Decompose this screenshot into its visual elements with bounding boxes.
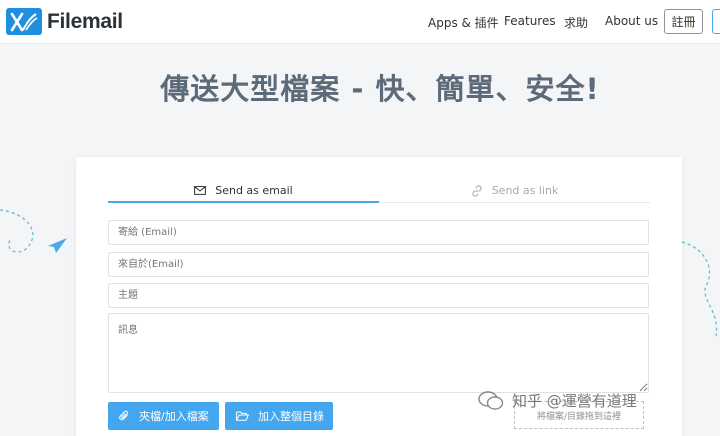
recipient-email-field[interactable] — [108, 220, 649, 245]
nav-help[interactable]: 求助 — [564, 14, 588, 31]
register-button[interactable]: 註冊 — [664, 9, 703, 34]
top-header: Filemail Apps & 插件 Features 求助 About us … — [0, 0, 720, 44]
tab-send-as-email-label: Send as email — [215, 183, 293, 197]
add-folder-label: 加入整個目錄 — [258, 410, 324, 423]
add-folder-button[interactable]: 加入整個目錄 — [225, 402, 333, 430]
zhihu-watermark: 知乎 @運營有道理 — [478, 390, 637, 411]
tab-send-as-email[interactable]: Send as email — [108, 179, 379, 203]
nav-apps-plugins[interactable]: Apps & 插件 — [428, 14, 499, 31]
paperclip-icon — [119, 410, 128, 421]
link-icon — [471, 184, 482, 197]
add-files-button[interactable]: 夾檔/加入檔案 — [108, 402, 219, 430]
nav-about-us[interactable]: About us — [605, 14, 658, 28]
folder-icon — [236, 411, 249, 421]
sender-email-field[interactable] — [108, 252, 649, 277]
page-title: 傳送大型檔案 - 快、簡單、安全! — [160, 72, 600, 106]
envelope-icon — [194, 185, 207, 195]
tab-send-as-link-label: Send as link — [491, 184, 559, 197]
add-files-label: 夾檔/加入檔案 — [139, 410, 209, 423]
dotted-path-decoration — [681, 241, 718, 337]
paper-plane-decoration — [0, 209, 67, 253]
message-field[interactable] — [108, 313, 649, 393]
wechat-icon — [478, 390, 504, 410]
nav-features[interactable]: Features — [504, 14, 556, 28]
subject-field[interactable] — [108, 283, 649, 308]
paper-plane-icon — [48, 238, 67, 253]
watermark-text: 知乎 @運營有道理 — [512, 392, 637, 410]
login-button[interactable] — [712, 9, 720, 34]
main-nav: Apps & 插件 Features 求助 About us — [0, 0, 720, 44]
tab-send-as-link[interactable]: Send as link — [379, 179, 650, 203]
